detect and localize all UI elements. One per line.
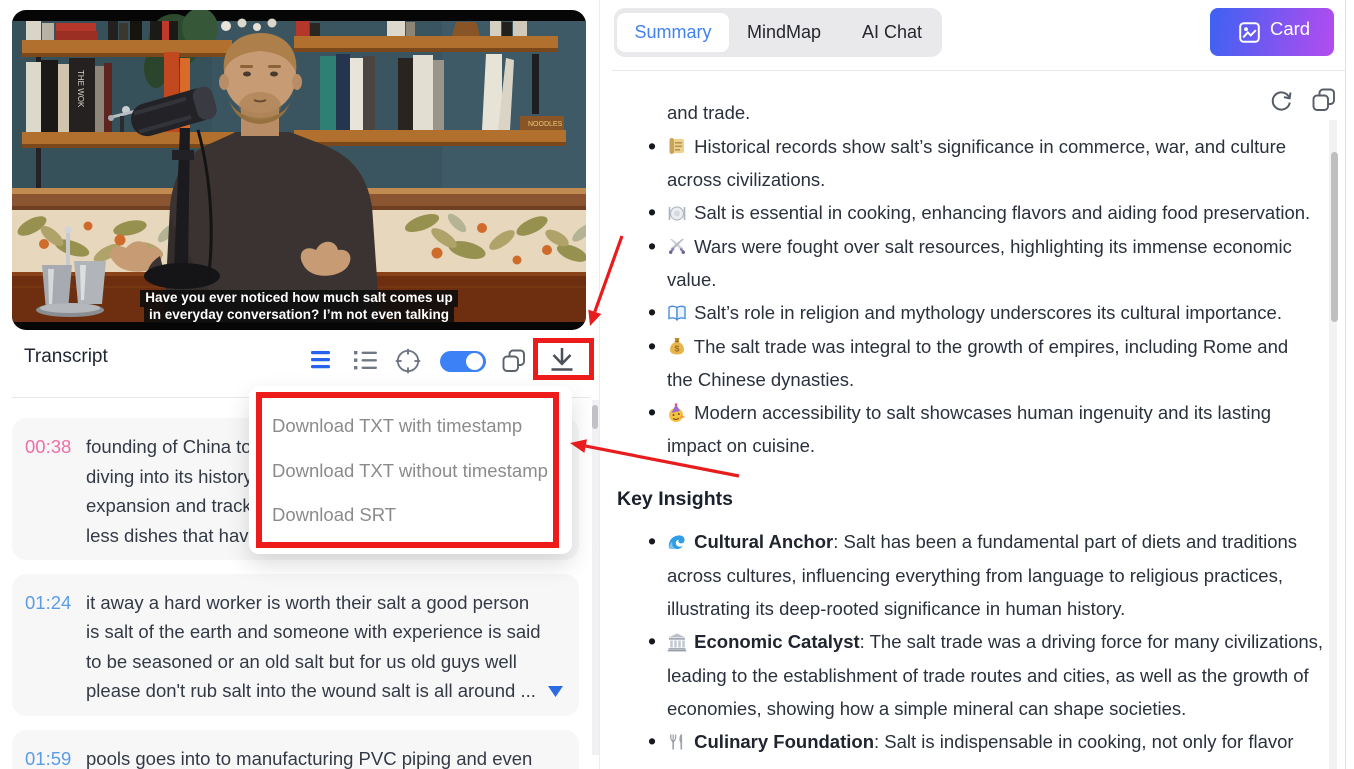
svg-text:THE WOK: THE WOK [76, 70, 85, 108]
svg-text:NOODLES: NOODLES [528, 121, 563, 128]
